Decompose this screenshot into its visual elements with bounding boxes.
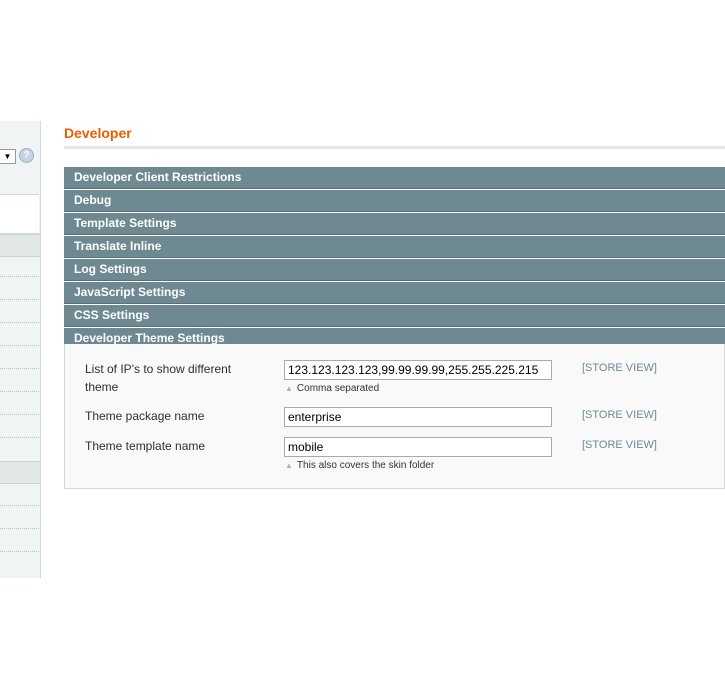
sidebar-item[interactable] — [0, 414, 39, 415]
title-divider — [64, 146, 725, 149]
sidebar-item[interactable] — [0, 322, 39, 323]
package-name-input[interactable] — [284, 407, 552, 427]
developer-theme-settings-fieldset: List of IP's to show different theme ▲Co… — [64, 344, 725, 489]
ip-list-scope: [STORE VIEW] — [582, 362, 657, 374]
config-sections: Developer Client Restrictions Debug Temp… — [64, 167, 725, 351]
template-name-input[interactable] — [284, 437, 552, 457]
sidebar-item[interactable] — [0, 391, 39, 392]
sidebar-item[interactable] — [0, 505, 39, 506]
scope-switcher: ▼ ? — [0, 148, 40, 164]
template-name-scope: [STORE VIEW] — [582, 439, 657, 451]
sidebar-item[interactable] — [0, 528, 39, 529]
help-icon[interactable]: ? — [19, 148, 34, 163]
sidebar-panel — [0, 194, 39, 234]
section-translate-inline[interactable]: Translate Inline — [64, 236, 725, 258]
sidebar-item[interactable] — [0, 437, 39, 438]
sidebar-item[interactable] — [0, 299, 39, 300]
triangle-up-icon: ▲ — [285, 384, 293, 393]
chevron-down-icon: ▼ — [3, 152, 12, 161]
sidebar-item[interactable] — [0, 276, 39, 277]
template-name-label: Theme template name — [85, 439, 206, 453]
scope-select-dropdown[interactable]: ▼ — [0, 149, 16, 164]
sidebar-group-header[interactable] — [0, 234, 40, 257]
config-sidebar: ▼ ? — [0, 121, 41, 578]
section-javascript-settings[interactable]: JavaScript Settings — [64, 282, 725, 304]
triangle-up-icon: ▲ — [285, 461, 293, 470]
ip-list-label: List of IP's to show different theme — [85, 362, 232, 394]
sidebar-item[interactable] — [0, 368, 39, 369]
ip-list-note: ▲ Comma separated — [285, 383, 380, 394]
section-debug[interactable]: Debug — [64, 190, 725, 212]
section-css-settings[interactable]: CSS Settings — [64, 305, 725, 327]
section-developer-client-restrictions[interactable]: Developer Client Restrictions — [64, 167, 725, 189]
section-log-settings[interactable]: Log Settings — [64, 259, 725, 281]
sidebar-item[interactable] — [0, 551, 39, 552]
page-title: Developer — [64, 125, 132, 141]
package-name-scope: [STORE VIEW] — [582, 409, 657, 421]
sidebar-group-header[interactable] — [0, 461, 40, 484]
section-template-settings[interactable]: Template Settings — [64, 213, 725, 235]
template-name-note: ▲ This also covers the skin folder — [285, 460, 435, 471]
package-name-label: Theme package name — [85, 409, 205, 423]
ip-list-input[interactable] — [284, 360, 552, 380]
sidebar-item[interactable] — [0, 345, 39, 346]
